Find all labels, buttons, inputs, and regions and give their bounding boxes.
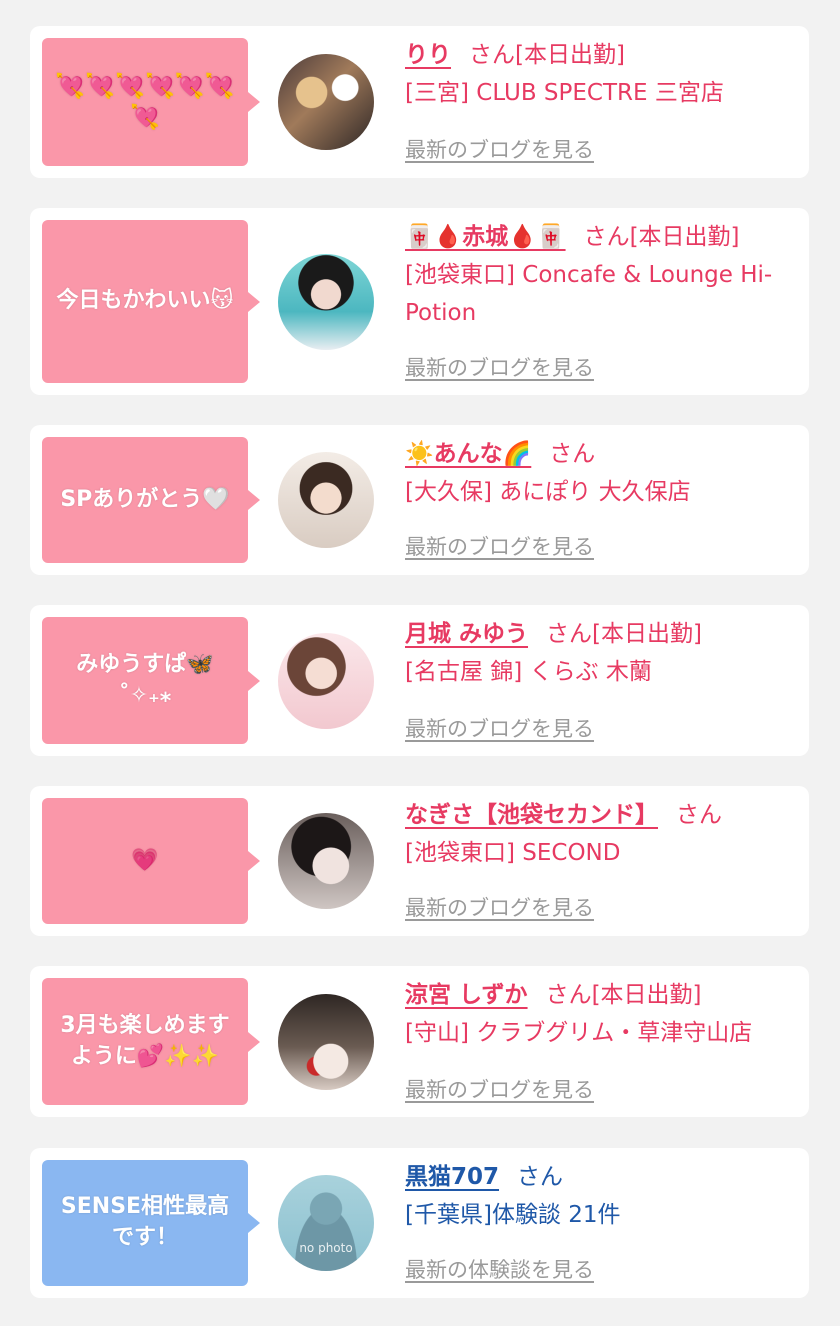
honorific-status: さん[本日出勤]: [546, 621, 702, 647]
list-item: 3月も楽しめますように💕✨✨ 涼宮 しずか さん[本日出勤] [守山] クラブグリ…: [30, 966, 809, 1117]
avatar[interactable]: [278, 813, 374, 909]
list-item: 💗 なぎさ【池袋セカンド】 さん [池袋東口] SECOND 最新のブログを見る: [30, 786, 809, 936]
message-list: 💘💘💘💘💘💘💘 りり さん[本日出勤] [三宮] CLUB SPECTRE 三宮店…: [0, 0, 840, 1326]
comment-text: SPありがとう🤍: [60, 486, 230, 512]
review-count[interactable]: [千葉県]体験談 21件: [405, 1196, 785, 1234]
latest-blog-link[interactable]: 最新のブログを見る: [405, 892, 594, 922]
avatar[interactable]: no photo: [278, 1175, 374, 1271]
latest-blog-link[interactable]: 最新のブログを見る: [405, 134, 594, 164]
latest-review-link[interactable]: 最新の体験談を見る: [405, 1254, 594, 1284]
cast-name-link[interactable]: 🀄🩸赤城🩸🀄: [405, 224, 566, 250]
avatar[interactable]: [278, 633, 374, 729]
comment-bubble: みゆうすぱ🦋 ˚✧₊⁎: [42, 617, 260, 744]
latest-blog-link[interactable]: 最新のブログを見る: [405, 713, 594, 743]
shop-name[interactable]: [守山] クラブグリム・草津守山店: [405, 1014, 785, 1052]
cast-photo-icon: [278, 633, 374, 729]
honorific-status: さん[本日出勤]: [545, 982, 702, 1008]
avatar[interactable]: [278, 452, 374, 548]
comment-bubble: 💘💘💘💘💘💘💘: [42, 38, 260, 166]
comment-bubble: 今日もかわいい😽: [42, 220, 260, 383]
comment-text: 💗: [131, 847, 159, 873]
latest-blog-link[interactable]: 最新のブログを見る: [405, 352, 594, 382]
comment-text: 今日もかわいい😽: [56, 288, 234, 314]
comment-text: SENSE相性最高です！: [60, 1194, 230, 1250]
list-item: SENSE相性最高です！ no photo 黒猫707 さん [千葉県]体験談 2…: [30, 1148, 809, 1298]
latest-blog-link[interactable]: 最新のブログを見る: [405, 1074, 594, 1104]
cast-name-link[interactable]: 月城 みゆう: [405, 621, 528, 647]
honorific-status: さん: [549, 441, 596, 467]
shop-name[interactable]: [池袋東口] SECOND: [405, 834, 785, 872]
avatar[interactable]: [278, 54, 374, 150]
avatar[interactable]: [278, 254, 374, 350]
comment-bubble: 💗: [42, 798, 260, 924]
comment-bubble: SENSE相性最高です！: [42, 1160, 260, 1286]
cast-photo-icon: [278, 813, 374, 909]
list-item: みゆうすぱ🦋 ˚✧₊⁎ 月城 みゆう さん[本日出勤] [名古屋 錦] くらぶ 木…: [30, 605, 809, 756]
list-item: SPありがとう🤍 ☀️あんな🌈 さん [大久保] あにぽり 大久保店 最新のブログ…: [30, 425, 809, 575]
no-photo-label: no photo: [299, 1241, 353, 1255]
honorific-status: さん: [676, 802, 722, 828]
honorific-status: さん[本日出勤]: [469, 42, 625, 68]
list-item: 💘💘💘💘💘💘💘 りり さん[本日出勤] [三宮] CLUB SPECTRE 三宮店…: [30, 26, 809, 178]
shop-name[interactable]: [大久保] あにぽり 大久保店: [405, 473, 785, 511]
shop-name[interactable]: [三宮] CLUB SPECTRE 三宮店: [405, 74, 785, 112]
avatar[interactable]: [278, 994, 374, 1090]
comment-bubble: 3月も楽しめますように💕✨✨: [42, 978, 260, 1105]
cast-photo-icon: [278, 452, 374, 548]
honorific-status: さん[本日出勤]: [583, 224, 740, 250]
honorific: さん: [517, 1164, 564, 1190]
cast-name-link[interactable]: 涼宮 しずか: [405, 982, 528, 1008]
cast-photo-icon: [278, 254, 374, 350]
cast-photo-icon: [278, 54, 374, 150]
comment-text: 3月も楽しめますように💕✨✨: [60, 1012, 230, 1069]
shop-name[interactable]: [池袋東口] Concafe & Lounge Hi-Potion: [405, 256, 775, 332]
cast-photo-icon: [278, 994, 374, 1090]
latest-blog-link[interactable]: 最新のブログを見る: [405, 531, 594, 561]
cast-name-link[interactable]: ☀️あんな🌈: [405, 441, 531, 467]
cast-name-link[interactable]: りり: [405, 42, 451, 68]
no-photo-silhouette-icon: [278, 1175, 374, 1271]
user-name-link[interactable]: 黒猫707: [405, 1164, 499, 1190]
list-item: 今日もかわいい😽 🀄🩸赤城🩸🀄 さん[本日出勤] [池袋東口] Concafe &…: [30, 208, 809, 395]
shop-name[interactable]: [名古屋 錦] くらぶ 木蘭: [405, 653, 785, 691]
comment-text: みゆうすぱ🦋 ˚✧₊⁎: [76, 651, 214, 708]
comment-bubble: SPありがとう🤍: [42, 437, 260, 563]
comment-text: 💘💘💘💘💘💘💘: [55, 71, 235, 131]
cast-name-link[interactable]: なぎさ【池袋セカンド】: [405, 802, 658, 828]
